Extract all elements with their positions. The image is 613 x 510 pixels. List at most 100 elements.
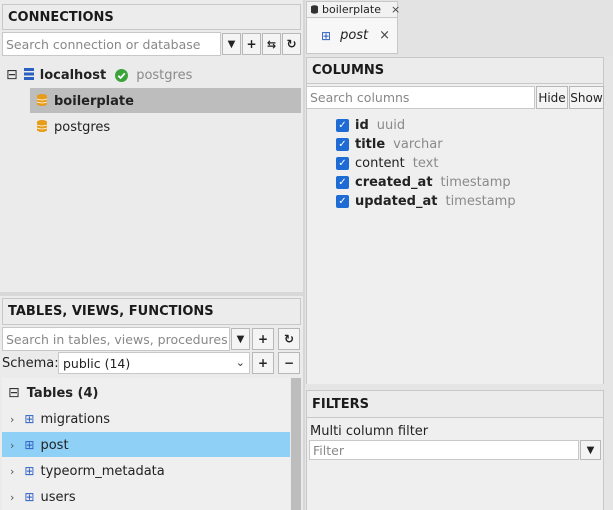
database-label: boilerplate xyxy=(54,93,134,109)
column-item[interactable]: ✓ updated_at timestamp xyxy=(336,192,516,211)
filters-title: FILTERS xyxy=(312,396,369,412)
table-label: post xyxy=(40,437,69,453)
add-schema-button[interactable]: + xyxy=(252,352,274,374)
column-type: timestamp xyxy=(440,175,511,190)
refresh-connections-button[interactable]: ↻ xyxy=(282,33,301,55)
host-driver: postgres xyxy=(136,67,193,83)
column-item[interactable]: ✓ id uuid xyxy=(336,116,405,135)
table-row-post[interactable]: › ⊞ post xyxy=(10,434,69,456)
show-columns-button[interactable]: Show xyxy=(569,86,604,109)
column-type: varchar xyxy=(393,137,443,152)
table-icon: ⊞ xyxy=(24,464,35,478)
column-type: text xyxy=(412,156,439,171)
minus-icon: − xyxy=(283,356,295,370)
connection-search-input[interactable]: Search connection or database xyxy=(2,32,221,56)
chevron-right-icon[interactable]: › xyxy=(10,439,14,452)
columns-header: COLUMNS xyxy=(306,57,604,84)
collapse-icon[interactable]: ⊟ xyxy=(8,385,20,401)
column-name: created_at xyxy=(355,175,433,190)
table-icon: ⊞ xyxy=(321,28,332,43)
filter-icon: ▼ xyxy=(586,444,595,456)
table-row-users[interactable]: › ⊞ users xyxy=(10,486,76,508)
connection-host-row[interactable]: ⊟ localhost postgres xyxy=(6,64,192,86)
database-item-postgres[interactable]: postgres xyxy=(36,116,111,138)
section-splitter[interactable] xyxy=(0,292,303,296)
tables-scrollbar-thumb[interactable] xyxy=(291,378,301,510)
refresh-tables-button[interactable]: ↻ xyxy=(278,328,300,350)
close-icon[interactable]: × xyxy=(379,28,390,43)
connect-button[interactable]: ⇆ xyxy=(262,33,281,55)
add-connection-button[interactable]: + xyxy=(242,33,261,55)
schema-row: Schema: xyxy=(2,352,59,374)
column-item[interactable]: ✓ created_at timestamp xyxy=(336,173,511,192)
tables-group-row[interactable]: ⊟ Tables (4) xyxy=(8,382,98,404)
left-panel-divider[interactable] xyxy=(303,0,305,510)
columns-title: COLUMNS xyxy=(312,63,385,78)
database-label: postgres xyxy=(54,119,111,135)
column-name: id xyxy=(355,118,369,133)
server-icon xyxy=(23,67,34,83)
column-item[interactable]: ✓ title varchar xyxy=(336,135,443,154)
column-checkbox[interactable]: ✓ xyxy=(336,176,349,189)
filter-tables-button[interactable]: ▼ xyxy=(231,328,250,350)
column-name: content xyxy=(355,156,405,171)
chevron-right-icon[interactable]: › xyxy=(10,491,14,504)
collapse-icon[interactable]: ⊟ xyxy=(6,67,18,83)
table-label: typeorm_metadata xyxy=(40,463,165,479)
columns-search-input[interactable]: Search columns xyxy=(306,86,535,109)
table-tab-label: post xyxy=(340,28,369,43)
schema-select[interactable]: public (14) ⌄ xyxy=(58,352,250,374)
filter-button[interactable]: ▼ xyxy=(580,440,601,460)
filter-icon: ▼ xyxy=(227,38,236,50)
add-table-button[interactable]: + xyxy=(252,328,274,350)
table-row-typeorm-metadata[interactable]: › ⊞ typeorm_metadata xyxy=(10,460,165,482)
filter-icon: ▼ xyxy=(236,333,245,345)
close-icon[interactable]: × xyxy=(391,3,400,16)
database-item-boilerplate[interactable]: boilerplate xyxy=(36,90,134,112)
chevron-right-icon[interactable]: › xyxy=(10,413,14,426)
database-icon xyxy=(36,119,48,135)
plus-icon: + xyxy=(257,332,269,346)
column-checkbox[interactable]: ✓ xyxy=(336,119,349,132)
column-type: uuid xyxy=(376,118,406,133)
refresh-icon: ↻ xyxy=(286,37,297,51)
column-checkbox[interactable]: ✓ xyxy=(336,157,349,170)
host-name: localhost xyxy=(39,67,107,83)
filters-header: FILTERS xyxy=(306,390,604,418)
connections-title: CONNECTIONS xyxy=(8,9,114,25)
plus-icon: + xyxy=(257,356,269,370)
database-icon xyxy=(311,5,318,14)
connection-tab[interactable]: boilerplate × xyxy=(306,1,400,18)
connected-icon xyxy=(115,68,129,82)
plus-icon: + xyxy=(246,37,257,51)
column-checkbox[interactable]: ✓ xyxy=(336,138,349,151)
database-icon xyxy=(36,93,48,109)
table-icon: ⊞ xyxy=(24,490,35,504)
column-type: timestamp xyxy=(445,194,516,209)
table-row-migrations[interactable]: › ⊞ migrations xyxy=(10,408,110,430)
schema-label: Schema: xyxy=(2,355,59,371)
tables-group-label: Tables (4) xyxy=(26,385,99,401)
hide-columns-button[interactable]: Hide xyxy=(536,86,568,109)
tables-search-input[interactable]: Search in tables, views, procedures xyxy=(2,327,230,351)
tables-header: TABLES, VIEWS, FUNCTIONS xyxy=(2,298,301,325)
filter-connections-button[interactable]: ▼ xyxy=(222,33,241,55)
connect-icon: ⇆ xyxy=(266,37,277,51)
chevron-right-icon[interactable]: › xyxy=(10,465,14,478)
refresh-icon: ↻ xyxy=(283,332,295,346)
column-checkbox[interactable]: ✓ xyxy=(336,195,349,208)
table-icon: ⊞ xyxy=(24,412,35,426)
tables-title: TABLES, VIEWS, FUNCTIONS xyxy=(8,304,214,319)
remove-schema-button[interactable]: − xyxy=(278,352,300,374)
column-name: title xyxy=(355,137,386,152)
filter-input[interactable]: Filter xyxy=(309,440,579,460)
table-label: migrations xyxy=(40,411,110,427)
connection-tab-label: boilerplate xyxy=(322,3,381,16)
multi-column-filter-label: Multi column filter xyxy=(310,423,429,439)
column-item[interactable]: ✓ content text xyxy=(336,154,438,173)
table-label: users xyxy=(40,489,76,505)
table-icon: ⊞ xyxy=(24,438,35,452)
column-name: updated_at xyxy=(355,194,438,209)
table-tab[interactable]: ⊞ post × xyxy=(306,18,398,54)
connections-header: CONNECTIONS xyxy=(2,4,301,30)
